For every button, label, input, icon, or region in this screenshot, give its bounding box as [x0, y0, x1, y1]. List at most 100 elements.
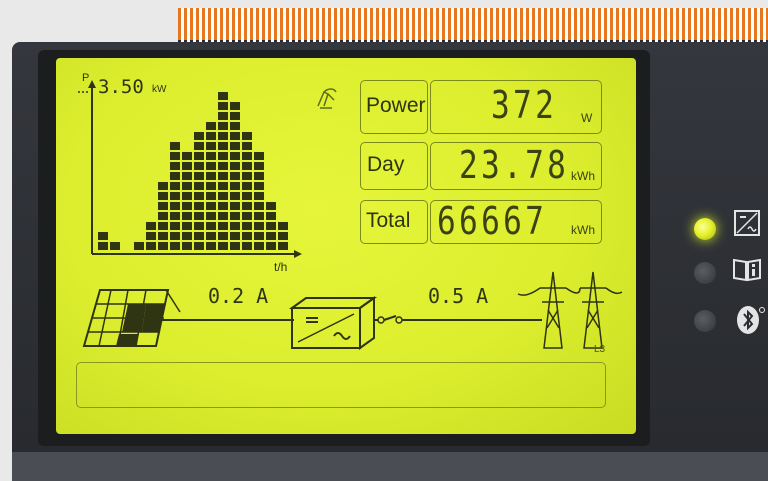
- chart-bar-segment: [218, 162, 228, 170]
- chart-bar-segment: [254, 212, 264, 220]
- chart-bar-segment: [206, 232, 216, 240]
- chart-bar-segment: [170, 242, 180, 250]
- power-pylon-icon: [517, 271, 623, 349]
- chart-bar-segment: [206, 162, 216, 170]
- chart-bar-segment: [266, 222, 276, 230]
- chart-bar-segment: [194, 212, 204, 220]
- chart-bar-segment: [242, 162, 252, 170]
- chart-bar-segment: [254, 182, 264, 190]
- grid-switch-icon: [374, 315, 403, 324]
- chart-bar-segment: [230, 212, 240, 220]
- chart-bar-segment: [182, 212, 192, 220]
- chart-bar-segment: [158, 192, 168, 200]
- chart-bar-segment: [278, 242, 288, 250]
- chart-bar-segment: [242, 182, 252, 190]
- chart-bar-segment: [110, 242, 120, 250]
- chart-bar-segment: [182, 222, 192, 230]
- chart-bar-segment: [98, 242, 108, 250]
- chart-bar-segment: [194, 142, 204, 150]
- power-label-box: Power: [360, 80, 428, 134]
- chart-bar-segment: [254, 202, 264, 210]
- chart-bar-segment: [218, 172, 228, 180]
- chart-bar-segment: [206, 172, 216, 180]
- chart-bar-segment: [182, 242, 192, 250]
- chart-bar-segment: [194, 232, 204, 240]
- chart-bar-segment: [278, 222, 288, 230]
- total-unit: kWh: [571, 223, 595, 237]
- chart-bar-segment: [206, 182, 216, 190]
- chart-bar-segment: [170, 232, 180, 240]
- chart-bar-segment: [230, 182, 240, 190]
- day-label: Day: [367, 153, 405, 176]
- total-label: Total: [366, 209, 411, 232]
- chart-bar-segment: [206, 202, 216, 210]
- chart-bar-segment: [194, 222, 204, 230]
- chart-bar-segment: [218, 232, 228, 240]
- power-label: Power: [366, 94, 426, 117]
- chart-bar-segment: [230, 132, 240, 140]
- chart-bar-segment: [158, 242, 168, 250]
- chart-bar-segment: [170, 202, 180, 210]
- chart-bar-segment: [206, 132, 216, 140]
- chart-bar-segment: [254, 172, 264, 180]
- power-unit: W: [581, 111, 593, 125]
- chart-bar-segment: [278, 232, 288, 240]
- chart-bar-segment: [218, 112, 228, 120]
- housing-lower-edge: [12, 452, 768, 481]
- chart-bar-segment: [266, 242, 276, 250]
- chart-bar-segment: [182, 232, 192, 240]
- chart-bar-segment: [206, 212, 216, 220]
- chart-bar-segment: [146, 232, 156, 240]
- chart-bar-segment: [218, 182, 228, 190]
- info-book-icon: [733, 258, 761, 282]
- chart-bar-segment: [218, 202, 228, 210]
- chart-bar-segment: [230, 172, 240, 180]
- chart-bar-segment: [254, 222, 264, 230]
- day-value: 23.78: [459, 143, 570, 187]
- chart-bar-segment: [194, 182, 204, 190]
- chart-bar-segment: [182, 172, 192, 180]
- total-label-box: Total: [360, 200, 428, 244]
- chart-bar-segment: [254, 242, 264, 250]
- chart-bar-segment: [242, 142, 252, 150]
- chart-bar-segment: [158, 182, 168, 190]
- chart-bar-segment: [146, 222, 156, 230]
- chart-bar-segment: [242, 222, 252, 230]
- operation-led: [694, 218, 716, 240]
- touch-hand-icon: [317, 88, 337, 109]
- chart-bar-segment: [242, 172, 252, 180]
- chart-bar-segment: [230, 162, 240, 170]
- chart-bar-segment: [254, 162, 264, 170]
- inverter-icon: [288, 296, 378, 350]
- chart-bar-segment: [182, 162, 192, 170]
- chart-bar-segment: [170, 162, 180, 170]
- chart-bar-segment: [206, 192, 216, 200]
- chart-bar-segment: [146, 242, 156, 250]
- chart-bar-segment: [218, 92, 228, 100]
- chart-bar-segment: [266, 232, 276, 240]
- chart-bar-segment: [206, 152, 216, 160]
- chart-bar-segment: [194, 172, 204, 180]
- ac-current-value: 0.5 A: [428, 284, 489, 308]
- chart-bar-segment: [218, 212, 228, 220]
- status-text-bar: [76, 362, 606, 408]
- chart-bar-segment: [254, 232, 264, 240]
- chart-bars: [98, 92, 288, 250]
- chart-bar-segment: [194, 202, 204, 210]
- chart-bar-segment: [230, 102, 240, 110]
- total-value-box: 66667 kWh: [430, 199, 602, 244]
- day-value-box: 23.78 kWh: [430, 142, 602, 190]
- inverter-status-icon: [734, 210, 760, 236]
- chart-bar-segment: [218, 132, 228, 140]
- chart-bar-segment: [194, 152, 204, 160]
- chart-bar-segment: [230, 142, 240, 150]
- chart-bar-segment: [170, 142, 180, 150]
- chart-bar-segment: [230, 222, 240, 230]
- chart-y-axis-letter: P: [82, 72, 90, 84]
- chart-bar-segment: [254, 152, 264, 160]
- chart-bar-segment: [242, 152, 252, 160]
- chart-bar-segment: [218, 102, 228, 110]
- chart-bar-segment: [242, 202, 252, 210]
- chart-bar-segment: [218, 192, 228, 200]
- chart-bar-segment: [254, 192, 264, 200]
